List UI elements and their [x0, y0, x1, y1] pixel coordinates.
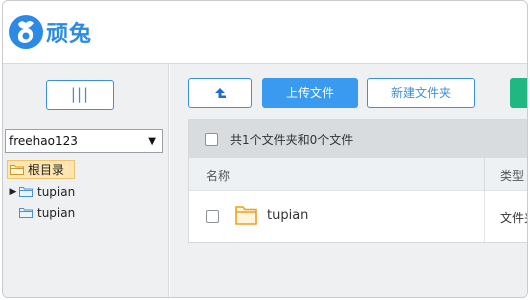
tree-root-label: 根目录 — [28, 163, 65, 177]
sidebar-toggle-button[interactable]: ||| — [46, 80, 114, 110]
brand-logo[interactable]: 顽兔 — [9, 15, 92, 49]
file-summary-text: 共1个文件夹和0个文件 — [230, 132, 354, 147]
tree-node-label: tupian — [37, 205, 76, 220]
select-all-checkbox[interactable] — [205, 132, 218, 146]
parent-folder-button[interactable] — [188, 78, 252, 108]
folder-icon — [19, 207, 33, 218]
file-name[interactable]: tupian — [267, 208, 308, 223]
folder-open-icon — [10, 164, 24, 175]
dropdown-caret-icon: ▼ — [148, 135, 156, 147]
file-list-panel: 共1个文件夹和0个文件 名称 类型 tupian 文件夹 — [188, 119, 527, 243]
sidebar: ||| freehao123 ▼ 根目录 ▶ tupian tupian — [3, 64, 169, 297]
tree-node-label: tupian — [37, 184, 76, 199]
arrow-up-return-icon — [215, 88, 226, 98]
user-select[interactable]: freehao123 ▼ — [5, 129, 163, 153]
user-select-value: freehao123 — [9, 134, 78, 148]
tree-root[interactable]: 根目录 — [7, 160, 76, 179]
rabbit-logo-icon — [9, 15, 43, 49]
table-header: 名称 类型 — [189, 158, 527, 191]
column-header-name[interactable]: 名称 — [206, 167, 230, 184]
header: 顽兔 — [3, 1, 527, 64]
app-window: 顽兔 ||| freehao123 ▼ 根目录 ▶ tupian tupian … — [2, 0, 528, 298]
folder-tree: 根目录 ▶ tupian tupian — [7, 160, 76, 223]
expand-arrow-icon[interactable]: ▶ — [7, 187, 19, 197]
upload-file-button[interactable]: 上传文件 — [262, 78, 358, 108]
column-divider — [484, 158, 485, 191]
file-summary-bar: 共1个文件夹和0个文件 — [189, 120, 527, 158]
folder-icon — [235, 205, 257, 228]
row-checkbox[interactable] — [206, 210, 219, 223]
new-folder-button[interactable]: 新建文件夹 — [367, 78, 475, 108]
main-area: 上传文件 新建文件夹 共1个文件夹和0个文件 名称 类型 tupian 文件 — [170, 64, 527, 297]
column-divider — [484, 191, 485, 242]
brand-name: 顽兔 — [46, 22, 93, 47]
tree-node[interactable]: tupian — [7, 202, 75, 223]
file-type: 文件夹 — [500, 211, 527, 225]
column-header-type[interactable]: 类型 — [500, 167, 524, 184]
green-action-button[interactable] — [510, 78, 527, 108]
folder-icon — [19, 186, 33, 197]
table-row[interactable]: tupian 文件夹 — [189, 191, 527, 242]
tree-node[interactable]: ▶ tupian — [7, 181, 76, 202]
